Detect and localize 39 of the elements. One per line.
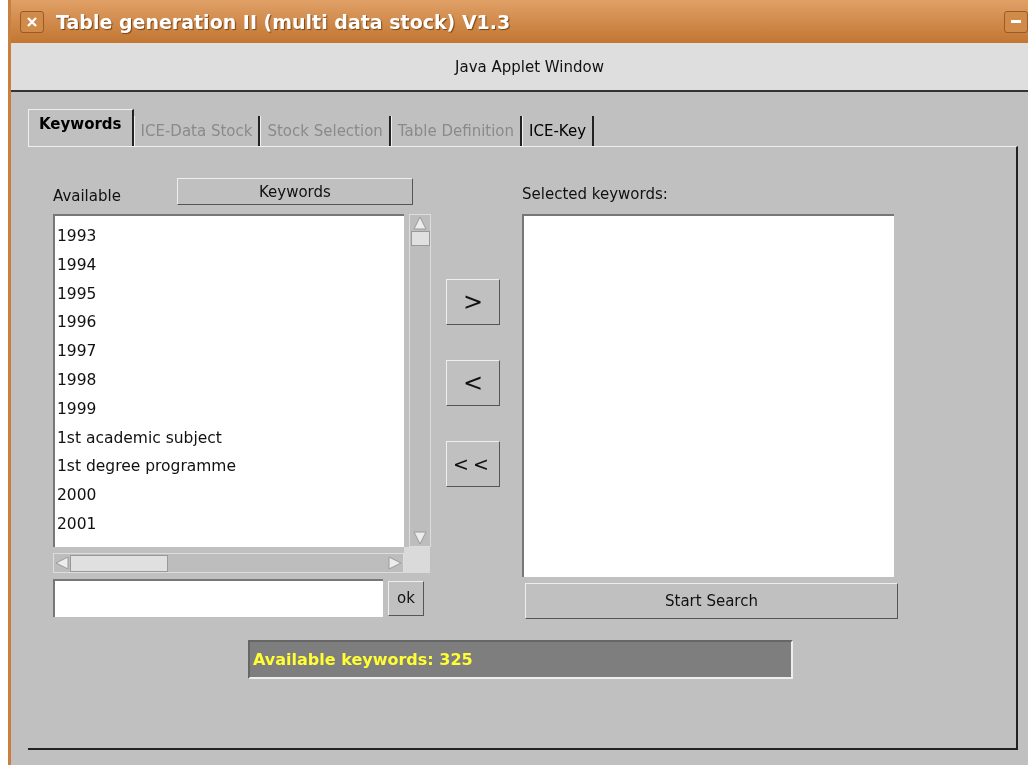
transfer-button[interactable]: > — [446, 279, 500, 325]
transfer-button[interactable]: < — [446, 360, 500, 406]
left-arrow-icon — [54, 554, 70, 572]
selected-keywords-label: Selected keywords: — [522, 184, 669, 205]
available-list[interactable]: 1993 1994 1995 1996 1997 1998 1999 1st academic subject 1st degree programme 2000 2001 — [53, 214, 404, 547]
list-item[interactable]: 1998 — [57, 366, 404, 395]
list-item[interactable]: 2000 — [57, 481, 404, 510]
status-text: Available keywords: 325 — [253, 650, 473, 669]
list-item[interactable]: 1st academic subject — [57, 423, 404, 453]
start-search-button[interactable]: Start Search — [525, 583, 898, 619]
list-item[interactable]: 1997 — [57, 337, 404, 366]
list-item[interactable]: 1995 — [57, 279, 404, 309]
scrollbar-thumb[interactable] — [410, 231, 430, 246]
ok-button[interactable]: ok — [388, 580, 424, 616]
close-icon — [26, 15, 38, 28]
list-item[interactable]: 1999 — [57, 394, 404, 424]
scrollbar-thumb[interactable] — [70, 554, 168, 572]
list-item[interactable]: 1993 — [57, 222, 404, 251]
applet-label: Java Applet Window — [455, 57, 604, 76]
list-item[interactable]: 1994 — [57, 250, 404, 280]
window-title: Table generation II (multi data stock) V1.3 — [56, 10, 511, 33]
down-arrow-icon — [411, 530, 429, 546]
right-arrow-icon — [387, 554, 403, 572]
minimize-button[interactable] — [1004, 10, 1028, 33]
tab[interactable]: ICE-Key — [522, 116, 595, 146]
minimize-icon — [1011, 19, 1021, 24]
keywords-button[interactable]: Keywords — [176, 178, 413, 205]
up-arrow-icon — [411, 215, 429, 231]
list-item[interactable]: 1996 — [57, 308, 404, 338]
horizontal-scrollbar[interactable] — [53, 553, 404, 573]
scrollbar-corner — [404, 547, 430, 573]
vertical-scrollbar[interactable] — [409, 214, 431, 547]
transfer-button[interactable]: << — [446, 441, 500, 487]
close-button[interactable] — [20, 10, 44, 33]
keyword-input-field[interactable] — [53, 579, 383, 617]
list-item[interactable]: 1st degree programme — [57, 452, 404, 482]
available-label: Available — [53, 187, 121, 205]
tab[interactable]: Keywords — [28, 109, 134, 146]
list-item[interactable]: 2001 — [57, 509, 404, 539]
